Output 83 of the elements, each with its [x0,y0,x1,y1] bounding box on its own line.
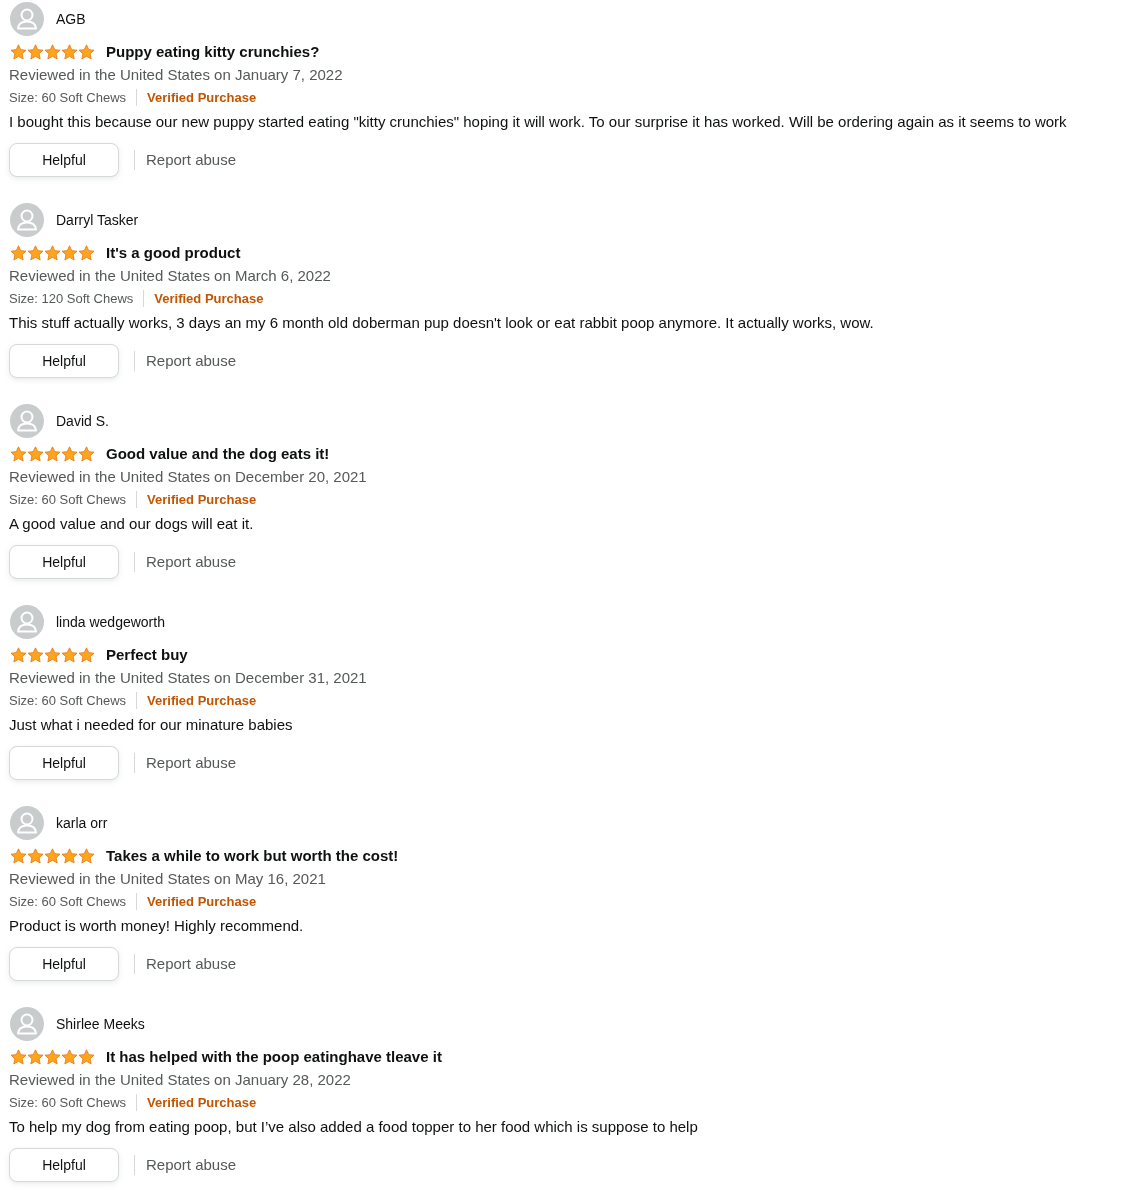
review-title[interactable]: Perfect buy [106,645,188,665]
review-date: Reviewed in the United States on May 16, 2021 [9,869,326,889]
reviewer-name[interactable]: David S. [56,411,109,431]
star-icon [61,44,78,60]
product-size[interactable]: Size: 60 Soft Chews [9,489,127,509]
review-title[interactable]: Takes a while to work but worth the cost! [106,846,399,866]
helpful-button[interactable]: Helpful [9,545,119,579]
report-abuse-link[interactable]: Report abuse [146,150,237,170]
product-size[interactable]: Size: 120 Soft Chews [9,288,134,308]
review-text: A good value and our dogs will eat it. [9,514,254,534]
review-text: To help my dog from eating poop, but I’ve also added a food topper to her food which is suppose to help [9,1117,698,1137]
product-size[interactable]: Size: 60 Soft Chews [9,1092,127,1112]
star-icon [10,44,27,60]
review-title[interactable]: Puppy eating kitty crunchies? [106,42,320,62]
user-avatar-icon [10,1007,44,1041]
star-icon [61,647,78,663]
star-icon [78,647,95,663]
star-icon [61,446,78,462]
review-title[interactable]: It's a good product [106,243,241,263]
report-abuse-link[interactable]: Report abuse [146,1155,237,1175]
user-avatar-icon [10,203,44,237]
star-icon [27,446,44,462]
review-title[interactable]: It has helped with the poop eatinghave tleave it [106,1047,442,1067]
star-icon [78,44,95,60]
report-abuse-link[interactable]: Report abuse [146,351,237,371]
product-size[interactable]: Size: 60 Soft Chews [9,690,127,710]
report-abuse-link[interactable]: Report abuse [146,753,237,773]
star-icon [78,848,95,864]
star-icon [44,245,61,261]
review-date: Reviewed in the United States on January 28, 2022 [9,1070,351,1090]
user-avatar-icon [10,605,44,639]
verified-purchase-label: Verified Purchase [154,289,264,308]
star-icon [44,647,61,663]
report-abuse-link[interactable]: Report abuse [146,954,237,974]
verified-purchase-label: Verified Purchase [147,892,257,911]
user-avatar-icon [10,404,44,438]
verified-purchase-label: Verified Purchase [147,1093,257,1112]
review-text: I bought this because our new puppy started eating "kitty crunchies" hoping it will work. To our surprise it has worked. Will be ordering again as it seems to work [9,112,1067,132]
star-icon [27,245,44,261]
helpful-button[interactable]: Helpful [9,947,119,981]
review-title[interactable]: Good value and the dog eats it! [106,444,330,464]
reviewer-name[interactable]: linda wedgeworth [56,612,165,632]
star-icon [44,446,61,462]
reviewer-name[interactable]: AGB [56,9,86,29]
review-date: Reviewed in the United States on December 20, 2021 [9,467,367,487]
review-text: Product is worth money! Highly recommend. [9,916,304,936]
star-icon [10,446,27,462]
star-icon [78,446,95,462]
report-abuse-link[interactable]: Report abuse [146,552,237,572]
star-icon [61,848,78,864]
star-icon [27,848,44,864]
star-icon [78,245,95,261]
helpful-button[interactable]: Helpful [9,746,119,780]
reviewer-name[interactable]: Darryl Tasker [56,210,139,230]
review-text: This stuff actually works, 3 days an my 6 month old doberman pup doesn't look or eat rabbit poop anymore. It actually works, wow. [9,313,874,333]
star-icon [27,1049,44,1065]
verified-purchase-label: Verified Purchase [147,490,257,509]
reviewer-name[interactable]: Shirlee Meeks [56,1014,145,1034]
review-date: Reviewed in the United States on December 31, 2021 [9,668,367,688]
star-icon [10,1049,27,1065]
star-icon [78,1049,95,1065]
star-icon [10,848,27,864]
star-icon [44,1049,61,1065]
star-icon [27,647,44,663]
reviewer-name[interactable]: karla orr [56,813,108,833]
star-icon [61,245,78,261]
user-avatar-icon [10,806,44,840]
review-text: Just what i needed for our minature babies [9,715,293,735]
star-icon [10,647,27,663]
helpful-button[interactable]: Helpful [9,143,119,177]
review-date: Reviewed in the United States on January 7, 2022 [9,65,343,85]
star-icon [44,44,61,60]
product-size[interactable]: Size: 60 Soft Chews [9,87,127,107]
helpful-button[interactable]: Helpful [9,1148,119,1182]
review-date: Reviewed in the United States on March 6, 2022 [9,266,331,286]
star-icon [27,44,44,60]
product-size[interactable]: Size: 60 Soft Chews [9,891,127,911]
verified-purchase-label: Verified Purchase [147,88,257,107]
verified-purchase-label: Verified Purchase [147,691,257,710]
star-icon [10,245,27,261]
star-icon [44,848,61,864]
star-icon [61,1049,78,1065]
helpful-button[interactable]: Helpful [9,344,119,378]
